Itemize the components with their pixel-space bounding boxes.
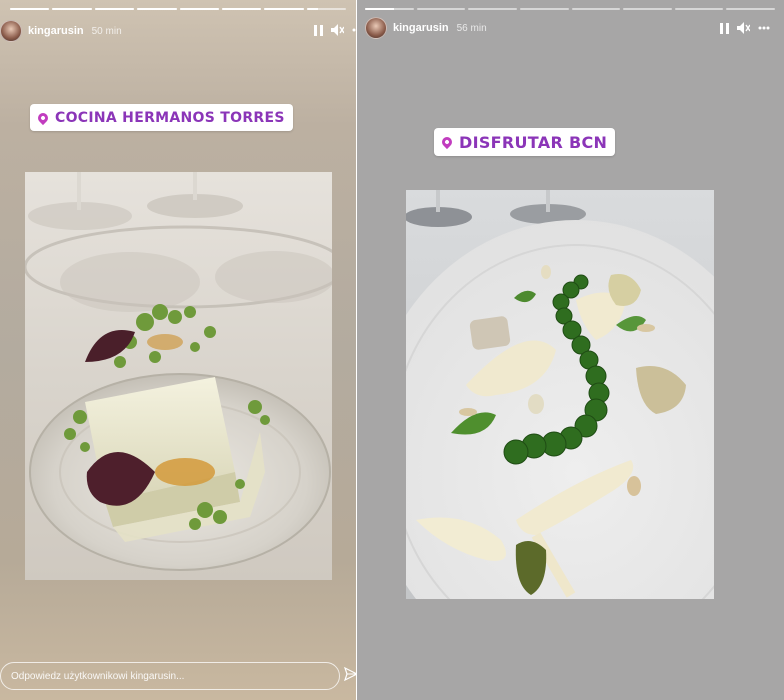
more-icon[interactable] xyxy=(758,26,770,30)
progress-segment-fill xyxy=(365,8,395,10)
location-pin-icon xyxy=(35,110,51,125)
story-right[interactable]: kingarusin 56 min DISFRUTAR BCN xyxy=(357,0,784,700)
pause-icon[interactable] xyxy=(314,24,323,36)
story-viewer: kingarusin 50 min COCINA HERMANOS TORRES xyxy=(0,0,784,700)
dessert-photo xyxy=(25,172,332,580)
username-left[interactable]: kingarusin xyxy=(28,25,84,37)
progress-segment-fill xyxy=(221,8,262,10)
progress-segment xyxy=(519,8,569,10)
timestamp-right: 56 min xyxy=(456,22,487,34)
location-pin-icon xyxy=(439,134,455,150)
story-photo-right xyxy=(406,190,714,599)
progress-segment-fill xyxy=(137,8,177,10)
username-right[interactable]: kingarusin xyxy=(393,22,449,34)
progress-segment xyxy=(221,8,262,10)
progress-segment xyxy=(674,8,724,10)
progress-segment-fill xyxy=(52,8,92,10)
progress-segment-fill xyxy=(179,8,219,10)
progress-segment xyxy=(179,8,219,10)
reply-placeholder: Odpowiedz użytkownikowi kingarusin... xyxy=(11,670,185,682)
dish-photo xyxy=(406,190,714,599)
progress-segment xyxy=(571,8,621,10)
progress-segment xyxy=(137,8,177,10)
progress-bar-left xyxy=(10,8,346,10)
avatar[interactable] xyxy=(365,17,387,39)
progress-segment xyxy=(726,8,775,10)
progress-segment-fill xyxy=(306,8,319,10)
timestamp-left: 50 min xyxy=(91,25,122,37)
pause-icon[interactable] xyxy=(720,22,729,34)
avatar[interactable] xyxy=(0,20,22,42)
reply-input[interactable]: Odpowiedz użytkownikowi kingarusin... xyxy=(0,662,340,690)
story-photo-left xyxy=(25,172,332,580)
location-label-left: COCINA HERMANOS TORRES xyxy=(55,109,285,126)
story-controls-right xyxy=(720,22,770,34)
progress-segment xyxy=(94,8,135,10)
progress-segment xyxy=(306,8,346,10)
progress-segment xyxy=(52,8,92,10)
progress-segment-fill xyxy=(10,8,50,10)
progress-bar-right xyxy=(365,8,775,10)
progress-segment xyxy=(10,8,50,10)
progress-segment xyxy=(416,8,466,10)
story-header-right: kingarusin 56 min xyxy=(365,17,487,39)
location-sticker-left[interactable]: COCINA HERMANOS TORRES xyxy=(30,104,293,131)
story-left[interactable]: kingarusin 50 min COCINA HERMANOS TORRES xyxy=(0,0,356,700)
progress-segment xyxy=(264,8,304,10)
progress-segment xyxy=(468,8,517,10)
story-header-left: kingarusin 50 min xyxy=(0,20,122,42)
progress-segment xyxy=(623,8,672,10)
mute-icon[interactable] xyxy=(737,22,750,34)
progress-segment-fill xyxy=(94,8,135,10)
progress-segment-fill xyxy=(264,8,304,10)
send-icon[interactable] xyxy=(344,667,356,681)
location-label-right: DISFRUTAR BCN xyxy=(459,132,608,152)
location-sticker-right[interactable]: DISFRUTAR BCN xyxy=(434,128,616,156)
more-icon[interactable] xyxy=(352,28,356,32)
mute-icon[interactable] xyxy=(331,24,344,36)
progress-segment xyxy=(365,8,414,10)
story-controls-left xyxy=(314,24,356,36)
